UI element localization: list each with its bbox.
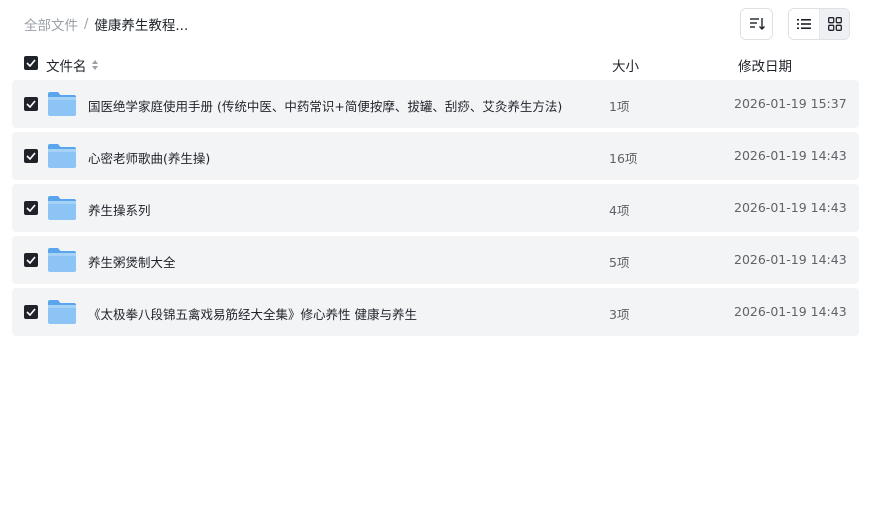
- modified-date: 2026-01-19 14:43: [734, 148, 847, 163]
- folder-icon: [47, 299, 77, 328]
- table-row[interactable]: 养生操系列 4项 2026-01-19 14:43: [12, 184, 859, 232]
- item-count: 16项: [609, 151, 638, 166]
- select-all-checkbox[interactable]: [24, 56, 38, 70]
- folder-icon: [47, 143, 77, 172]
- file-name[interactable]: 养生操系列: [88, 200, 151, 219]
- modified-date: 2026-01-19 14:43: [734, 252, 847, 267]
- check-icon: [26, 100, 36, 108]
- item-count: 1项: [609, 99, 630, 114]
- item-count: 4项: [609, 203, 630, 218]
- check-icon: [26, 152, 36, 160]
- row-checkbox[interactable]: [24, 97, 38, 111]
- breadcrumb-current: 健康养生教程...: [94, 18, 189, 34]
- table-row[interactable]: 《太极拳八段锦五禽戏易筋经大全集》修心养性 健康与养生 3项 2026-01-19 …: [12, 288, 859, 336]
- size-column-header[interactable]: 大小: [612, 55, 639, 75]
- list-view-icon: [797, 19, 811, 29]
- name-column-header[interactable]: 文件名: [46, 55, 99, 75]
- file-name[interactable]: 国医绝学家庭使用手册 (传统中医、中药常识+简便按摩、拔罐、刮痧、艾灸养生方法): [88, 96, 562, 115]
- table-header: 文件名 大小 修改日期: [0, 52, 874, 76]
- sort-toggle-icon: [91, 60, 98, 70]
- item-count: 3项: [609, 307, 630, 322]
- table-row[interactable]: 心密老师歌曲(养生操) 16项 2026-01-19 14:43: [12, 132, 859, 180]
- row-checkbox[interactable]: [24, 149, 38, 163]
- folder-icon: [47, 247, 77, 276]
- file-list: 国医绝学家庭使用手册 (传统中医、中药常识+简便按摩、拔罐、刮痧、艾灸养生方法)…: [12, 80, 859, 340]
- grid-view-icon: [827, 17, 842, 31]
- modified-date: 2026-01-19 15:37: [734, 96, 847, 111]
- row-checkbox[interactable]: [24, 305, 38, 319]
- check-icon: [26, 308, 36, 316]
- name-column-label: 文件名: [46, 59, 87, 75]
- table-row[interactable]: 国医绝学家庭使用手册 (传统中医、中药常识+简便按摩、拔罐、刮痧、艾灸养生方法)…: [12, 80, 859, 128]
- breadcrumb: 全部文件 / 健康养生教程...: [24, 14, 189, 35]
- check-icon: [26, 256, 36, 264]
- check-icon: [26, 59, 36, 67]
- item-count: 5项: [609, 255, 630, 270]
- modified-date: 2026-01-19 14:43: [734, 304, 847, 319]
- list-view-button[interactable]: [789, 9, 819, 39]
- row-checkbox[interactable]: [24, 201, 38, 215]
- file-name[interactable]: 养生粥煲制大全: [88, 252, 176, 271]
- view-toggle: [788, 8, 850, 40]
- folder-icon: [47, 195, 77, 224]
- folder-icon: [47, 91, 77, 120]
- grid-view-button[interactable]: [819, 9, 849, 39]
- breadcrumb-root-link[interactable]: 全部文件: [24, 14, 78, 34]
- row-checkbox[interactable]: [24, 253, 38, 267]
- breadcrumb-separator: /: [84, 16, 89, 32]
- file-name[interactable]: 《太极拳八段锦五禽戏易筋经大全集》修心养性 健康与养生: [88, 304, 417, 323]
- check-icon: [26, 204, 36, 212]
- file-name[interactable]: 心密老师歌曲(养生操): [88, 148, 210, 167]
- table-row[interactable]: 养生粥煲制大全 5项 2026-01-19 14:43: [12, 236, 859, 284]
- date-column-header[interactable]: 修改日期: [738, 55, 792, 75]
- modified-date: 2026-01-19 14:43: [734, 200, 847, 215]
- sort-lines-icon: [749, 18, 765, 30]
- sort-button[interactable]: [740, 8, 773, 40]
